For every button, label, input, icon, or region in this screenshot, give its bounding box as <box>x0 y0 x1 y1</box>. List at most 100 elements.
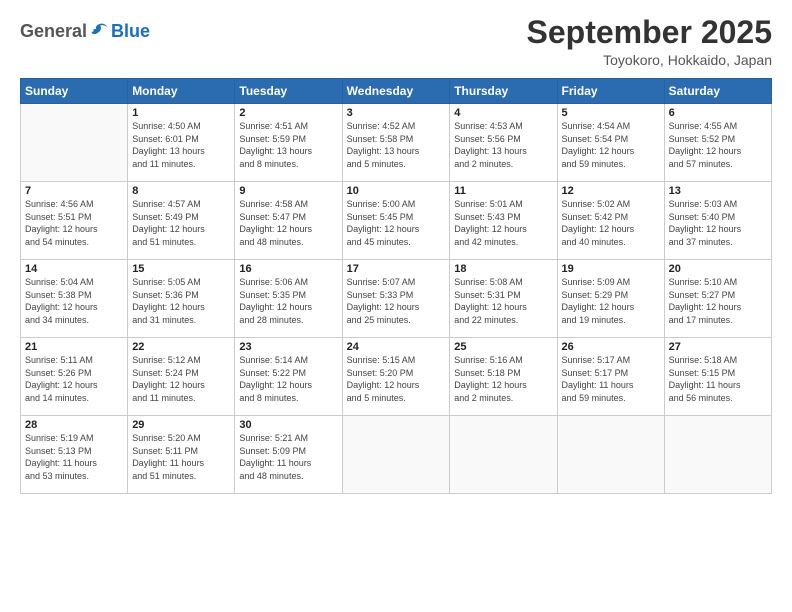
day-number: 2 <box>239 107 337 119</box>
calendar-cell: 3Sunrise: 4:52 AM Sunset: 5:58 PM Daylig… <box>342 104 450 182</box>
calendar-cell <box>664 416 771 494</box>
calendar-cell <box>450 416 557 494</box>
day-info: Sunrise: 5:06 AM Sunset: 5:35 PM Dayligh… <box>239 276 337 326</box>
day-info: Sunrise: 5:16 AM Sunset: 5:18 PM Dayligh… <box>454 354 552 404</box>
calendar-cell: 13Sunrise: 5:03 AM Sunset: 5:40 PM Dayli… <box>664 182 771 260</box>
day-number: 6 <box>669 107 767 119</box>
day-info: Sunrise: 5:14 AM Sunset: 5:22 PM Dayligh… <box>239 354 337 404</box>
calendar-week-row: 1Sunrise: 4:50 AM Sunset: 6:01 PM Daylig… <box>21 104 772 182</box>
day-number: 18 <box>454 263 552 275</box>
day-number: 17 <box>347 263 446 275</box>
calendar-cell: 4Sunrise: 4:53 AM Sunset: 5:56 PM Daylig… <box>450 104 557 182</box>
day-info: Sunrise: 5:12 AM Sunset: 5:24 PM Dayligh… <box>132 354 230 404</box>
calendar-cell: 1Sunrise: 4:50 AM Sunset: 6:01 PM Daylig… <box>128 104 235 182</box>
calendar-header-row: SundayMondayTuesdayWednesdayThursdayFrid… <box>21 79 772 104</box>
calendar-cell: 5Sunrise: 4:54 AM Sunset: 5:54 PM Daylig… <box>557 104 664 182</box>
calendar-week-row: 14Sunrise: 5:04 AM Sunset: 5:38 PM Dayli… <box>21 260 772 338</box>
day-number: 4 <box>454 107 552 119</box>
logo: General Blue <box>20 20 150 42</box>
day-number: 22 <box>132 341 230 353</box>
calendar-cell <box>557 416 664 494</box>
calendar-cell: 16Sunrise: 5:06 AM Sunset: 5:35 PM Dayli… <box>235 260 342 338</box>
calendar-cell: 7Sunrise: 4:56 AM Sunset: 5:51 PM Daylig… <box>21 182 128 260</box>
day-info: Sunrise: 5:05 AM Sunset: 5:36 PM Dayligh… <box>132 276 230 326</box>
calendar-cell <box>342 416 450 494</box>
day-number: 9 <box>239 185 337 197</box>
day-number: 29 <box>132 419 230 431</box>
calendar-cell: 10Sunrise: 5:00 AM Sunset: 5:45 PM Dayli… <box>342 182 450 260</box>
day-info: Sunrise: 5:08 AM Sunset: 5:31 PM Dayligh… <box>454 276 552 326</box>
day-number: 1 <box>132 107 230 119</box>
calendar-cell: 28Sunrise: 5:19 AM Sunset: 5:13 PM Dayli… <box>21 416 128 494</box>
calendar-cell: 23Sunrise: 5:14 AM Sunset: 5:22 PM Dayli… <box>235 338 342 416</box>
day-info: Sunrise: 5:07 AM Sunset: 5:33 PM Dayligh… <box>347 276 446 326</box>
calendar-cell: 2Sunrise: 4:51 AM Sunset: 5:59 PM Daylig… <box>235 104 342 182</box>
day-number: 24 <box>347 341 446 353</box>
day-number: 12 <box>562 185 660 197</box>
day-number: 26 <box>562 341 660 353</box>
calendar-cell: 20Sunrise: 5:10 AM Sunset: 5:27 PM Dayli… <box>664 260 771 338</box>
day-number: 27 <box>669 341 767 353</box>
day-number: 21 <box>25 341 123 353</box>
day-number: 30 <box>239 419 337 431</box>
day-info: Sunrise: 4:57 AM Sunset: 5:49 PM Dayligh… <box>132 198 230 248</box>
calendar-cell: 12Sunrise: 5:02 AM Sunset: 5:42 PM Dayli… <box>557 182 664 260</box>
calendar-cell: 29Sunrise: 5:20 AM Sunset: 5:11 PM Dayli… <box>128 416 235 494</box>
day-info: Sunrise: 5:02 AM Sunset: 5:42 PM Dayligh… <box>562 198 660 248</box>
calendar-cell: 21Sunrise: 5:11 AM Sunset: 5:26 PM Dayli… <box>21 338 128 416</box>
calendar-cell: 18Sunrise: 5:08 AM Sunset: 5:31 PM Dayli… <box>450 260 557 338</box>
calendar-cell: 11Sunrise: 5:01 AM Sunset: 5:43 PM Dayli… <box>450 182 557 260</box>
day-info: Sunrise: 5:20 AM Sunset: 5:11 PM Dayligh… <box>132 432 230 482</box>
day-header-wednesday: Wednesday <box>342 79 450 104</box>
day-number: 20 <box>669 263 767 275</box>
day-info: Sunrise: 4:53 AM Sunset: 5:56 PM Dayligh… <box>454 120 552 170</box>
header: General Blue September 2025 Toyokoro, Ho… <box>20 15 772 68</box>
day-info: Sunrise: 5:18 AM Sunset: 5:15 PM Dayligh… <box>669 354 767 404</box>
logo-general-text: General <box>20 21 87 42</box>
day-info: Sunrise: 5:15 AM Sunset: 5:20 PM Dayligh… <box>347 354 446 404</box>
day-info: Sunrise: 5:09 AM Sunset: 5:29 PM Dayligh… <box>562 276 660 326</box>
calendar-cell: 26Sunrise: 5:17 AM Sunset: 5:17 PM Dayli… <box>557 338 664 416</box>
day-info: Sunrise: 5:11 AM Sunset: 5:26 PM Dayligh… <box>25 354 123 404</box>
calendar-cell: 25Sunrise: 5:16 AM Sunset: 5:18 PM Dayli… <box>450 338 557 416</box>
day-info: Sunrise: 5:21 AM Sunset: 5:09 PM Dayligh… <box>239 432 337 482</box>
day-header-monday: Monday <box>128 79 235 104</box>
calendar-table: SundayMondayTuesdayWednesdayThursdayFrid… <box>20 78 772 494</box>
calendar-cell: 8Sunrise: 4:57 AM Sunset: 5:49 PM Daylig… <box>128 182 235 260</box>
calendar-cell: 22Sunrise: 5:12 AM Sunset: 5:24 PM Dayli… <box>128 338 235 416</box>
day-info: Sunrise: 4:56 AM Sunset: 5:51 PM Dayligh… <box>25 198 123 248</box>
day-number: 8 <box>132 185 230 197</box>
location-title: Toyokoro, Hokkaido, Japan <box>527 52 772 68</box>
day-info: Sunrise: 5:04 AM Sunset: 5:38 PM Dayligh… <box>25 276 123 326</box>
day-header-saturday: Saturday <box>664 79 771 104</box>
calendar-cell: 14Sunrise: 5:04 AM Sunset: 5:38 PM Dayli… <box>21 260 128 338</box>
calendar-week-row: 28Sunrise: 5:19 AM Sunset: 5:13 PM Dayli… <box>21 416 772 494</box>
day-number: 11 <box>454 185 552 197</box>
day-info: Sunrise: 4:51 AM Sunset: 5:59 PM Dayligh… <box>239 120 337 170</box>
calendar-cell: 9Sunrise: 4:58 AM Sunset: 5:47 PM Daylig… <box>235 182 342 260</box>
day-header-friday: Friday <box>557 79 664 104</box>
day-info: Sunrise: 5:01 AM Sunset: 5:43 PM Dayligh… <box>454 198 552 248</box>
month-title: September 2025 <box>527 15 772 50</box>
page-container: General Blue September 2025 Toyokoro, Ho… <box>0 0 792 504</box>
calendar-cell: 27Sunrise: 5:18 AM Sunset: 5:15 PM Dayli… <box>664 338 771 416</box>
day-number: 28 <box>25 419 123 431</box>
day-info: Sunrise: 5:17 AM Sunset: 5:17 PM Dayligh… <box>562 354 660 404</box>
day-number: 16 <box>239 263 337 275</box>
title-area: September 2025 Toyokoro, Hokkaido, Japan <box>527 15 772 68</box>
calendar-cell: 19Sunrise: 5:09 AM Sunset: 5:29 PM Dayli… <box>557 260 664 338</box>
day-number: 23 <box>239 341 337 353</box>
calendar-cell: 15Sunrise: 5:05 AM Sunset: 5:36 PM Dayli… <box>128 260 235 338</box>
day-info: Sunrise: 4:50 AM Sunset: 6:01 PM Dayligh… <box>132 120 230 170</box>
calendar-cell: 17Sunrise: 5:07 AM Sunset: 5:33 PM Dayli… <box>342 260 450 338</box>
day-number: 5 <box>562 107 660 119</box>
calendar-cell: 24Sunrise: 5:15 AM Sunset: 5:20 PM Dayli… <box>342 338 450 416</box>
day-number: 19 <box>562 263 660 275</box>
logo-bird-icon <box>89 20 111 42</box>
day-info: Sunrise: 4:54 AM Sunset: 5:54 PM Dayligh… <box>562 120 660 170</box>
day-info: Sunrise: 4:58 AM Sunset: 5:47 PM Dayligh… <box>239 198 337 248</box>
day-number: 13 <box>669 185 767 197</box>
day-info: Sunrise: 5:00 AM Sunset: 5:45 PM Dayligh… <box>347 198 446 248</box>
day-info: Sunrise: 5:03 AM Sunset: 5:40 PM Dayligh… <box>669 198 767 248</box>
day-header-tuesday: Tuesday <box>235 79 342 104</box>
